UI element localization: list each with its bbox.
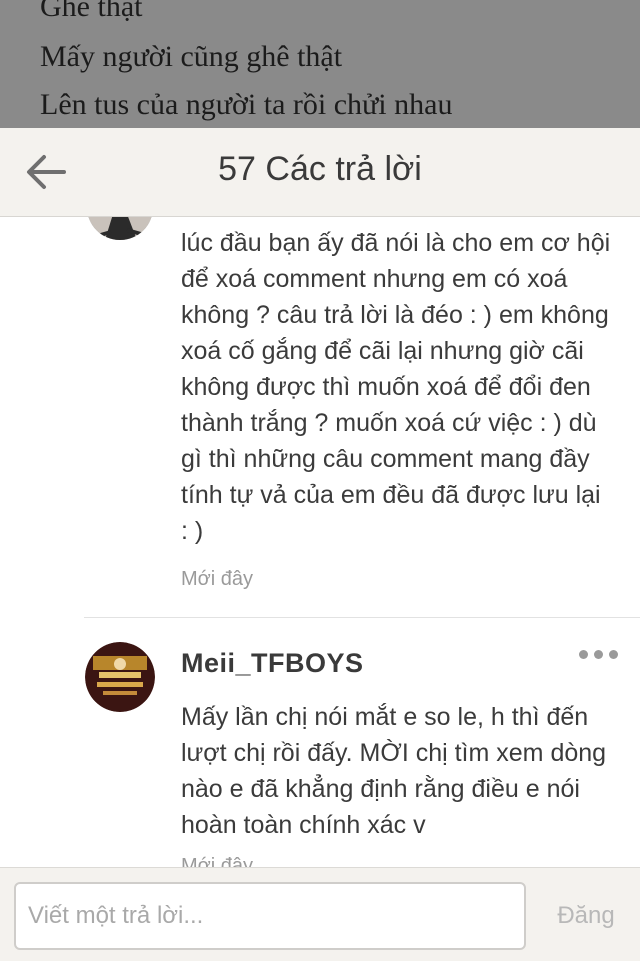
background-story: Ghê thật Mấy người cũng ghê thật Lên tus…	[0, 0, 640, 128]
more-dots-icon	[594, 650, 603, 659]
user-avatar[interactable]	[85, 642, 155, 712]
avatar-image	[87, 217, 153, 240]
divider	[84, 617, 640, 618]
avatar-image	[85, 642, 155, 712]
replies-header: 57 Các trả lời	[0, 128, 640, 217]
reply-input[interactable]	[14, 882, 526, 950]
more-dots-icon	[609, 650, 618, 659]
comment-time: Mới đây	[181, 568, 254, 590]
comment-text: lúc đầu bạn ấy đã nói là cho em cơ hội đ…	[181, 229, 611, 545]
post-button[interactable]: Đăng	[540, 882, 632, 950]
reply-bar: Đăng	[0, 867, 640, 961]
user-avatar[interactable]	[87, 217, 153, 240]
story-line: Ghê thật	[40, 0, 143, 23]
more-options-button[interactable]	[579, 650, 618, 659]
comment-username[interactable]: Meii_TFBOYS	[181, 648, 364, 679]
more-dots-icon	[579, 650, 588, 659]
page-title: 57 Các trả lời	[218, 150, 422, 188]
replies-list[interactable]: lúc đầu bạn ấy đã nói là cho em cơ hội đ…	[0, 217, 640, 867]
comment-time: Mới đây	[181, 855, 254, 867]
comment-text: Mấy lần chị nói mắt e so le, h thì đến l…	[181, 703, 607, 839]
story-line: Lên tus của người ta rồi chửi nhau	[40, 88, 453, 121]
story-line: Mấy người cũng ghê thật	[40, 40, 343, 73]
